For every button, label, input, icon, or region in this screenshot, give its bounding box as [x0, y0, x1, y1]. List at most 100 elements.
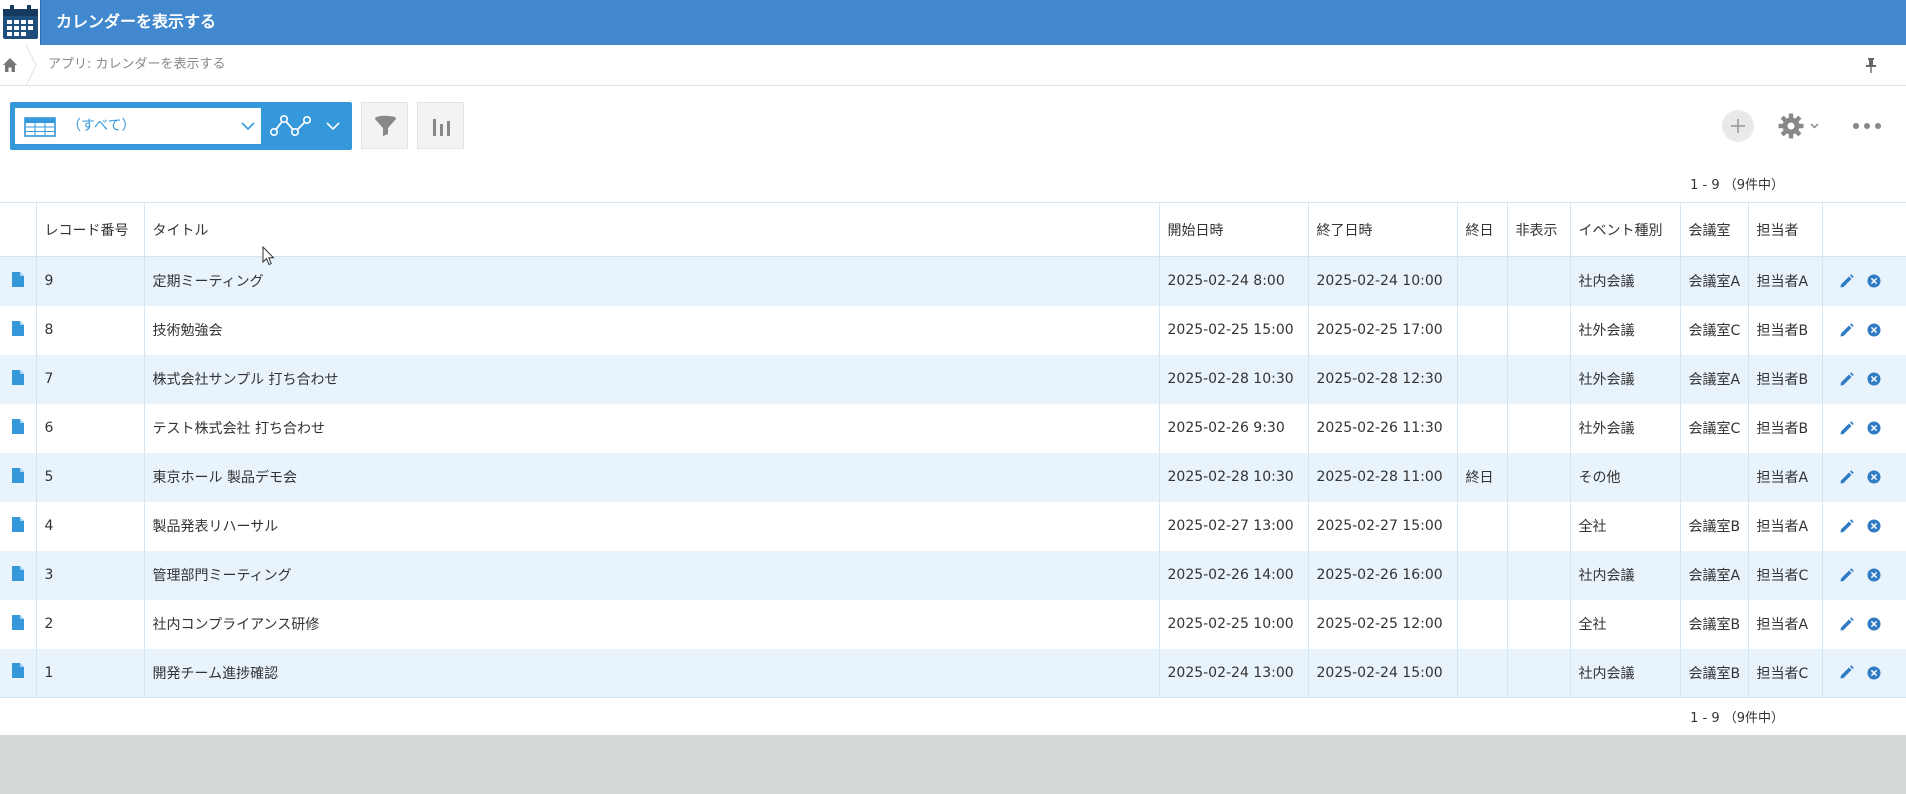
table-row[interactable]: 6 テスト株式会社 打ち合わせ 2025-02-26 9:30 2025-02-26 … — [0, 403, 1906, 453]
delete-icon[interactable] — [1867, 568, 1881, 582]
pencil-icon[interactable] — [1839, 616, 1854, 632]
record-detail-cell[interactable] — [0, 453, 36, 502]
document-icon[interactable] — [11, 369, 24, 385]
cell-end-datetime: 2025-02-24 15:00 — [1307, 648, 1457, 698]
pin-icon[interactable] — [1862, 56, 1880, 74]
graph-chevron-down-icon[interactable] — [326, 121, 340, 131]
table-row[interactable]: 1 開発チーム進捗確認 2025-02-24 13:00 2025-02-24 15:… — [0, 648, 1906, 698]
cell-event-type: 全社 — [1569, 599, 1680, 649]
delete-icon[interactable] — [1867, 666, 1881, 680]
column-header-hidden[interactable]: 非表示 — [1506, 202, 1570, 257]
table-row[interactable]: 3 管理部門ミーティング 2025-02-26 14:00 2025-02-26 16… — [0, 550, 1906, 600]
cell-end-datetime: 2025-02-25 12:00 — [1307, 599, 1457, 649]
cell-title: 開発チーム進捗確認 — [143, 648, 1159, 698]
column-header-actions — [1821, 202, 1906, 257]
table-row[interactable]: 7 株式会社サンプル 打ち合わせ 2025-02-28 10:30 2025-02-2… — [0, 354, 1906, 404]
cell-event-type: 社内会議 — [1569, 648, 1680, 698]
table-icon — [24, 117, 56, 137]
table-row[interactable]: 4 製品発表リハーサル 2025-02-27 13:00 2025-02-27 15:… — [0, 501, 1906, 551]
record-detail-cell[interactable] — [0, 600, 36, 649]
table-row[interactable]: 5 東京ホール 製品デモ会 2025-02-28 10:30 2025-02-28 1… — [0, 452, 1906, 502]
delete-icon[interactable] — [1867, 470, 1881, 484]
cell-start-datetime: 2025-02-26 9:30 — [1158, 403, 1308, 453]
delete-icon[interactable] — [1867, 519, 1881, 533]
delete-icon[interactable] — [1867, 421, 1881, 435]
filter-button[interactable] — [361, 102, 408, 149]
column-header-allday[interactable]: 終日 — [1456, 202, 1507, 257]
record-detail-cell[interactable] — [0, 551, 36, 600]
table-row[interactable]: 8 技術勉強会 2025-02-25 15:00 2025-02-25 17:00 社外… — [0, 305, 1906, 355]
document-icon[interactable] — [11, 516, 24, 532]
cell-owner: 担当者A — [1747, 256, 1822, 306]
pencil-icon[interactable] — [1839, 274, 1854, 289]
row-actions — [1821, 452, 1906, 502]
column-header-end[interactable]: 終了日時 — [1307, 202, 1457, 257]
view-switcher: （すべて） — [10, 102, 352, 150]
delete-icon[interactable] — [1867, 617, 1881, 631]
pencil-icon[interactable] — [1839, 665, 1854, 680]
cell-record-number: 7 — [35, 354, 144, 404]
delete-icon[interactable] — [1867, 372, 1881, 386]
calendar-icon[interactable] — [0, 0, 41, 45]
cell-event-type: 全社 — [1569, 501, 1680, 551]
cell-title: テスト株式会社 打ち合わせ — [143, 403, 1159, 453]
document-icon[interactable] — [11, 418, 24, 434]
cell-title: 製品発表リハーサル — [143, 501, 1159, 551]
pencil-icon[interactable] — [1839, 420, 1854, 436]
document-icon[interactable] — [11, 320, 24, 336]
column-header-start[interactable]: 開始日時 — [1158, 202, 1308, 257]
document-icon[interactable] — [11, 614, 24, 630]
record-detail-cell[interactable] — [0, 306, 36, 355]
cell-end-datetime: 2025-02-27 15:00 — [1307, 501, 1457, 551]
document-icon[interactable] — [11, 565, 24, 581]
more-icon[interactable] — [1852, 120, 1882, 132]
record-detail-cell[interactable] — [0, 649, 36, 698]
cell-allday — [1456, 501, 1507, 551]
record-detail-cell[interactable] — [0, 502, 36, 551]
graph-icon[interactable] — [269, 112, 313, 140]
cell-record-number: 2 — [35, 599, 144, 649]
pencil-icon[interactable] — [1839, 567, 1854, 583]
cell-title: 管理部門ミーティング — [143, 550, 1159, 600]
cell-end-datetime: 2025-02-25 17:00 — [1307, 305, 1457, 355]
delete-icon[interactable] — [1867, 274, 1881, 288]
cell-owner: 担当者A — [1747, 501, 1822, 551]
view-select-label: （すべて） — [67, 118, 136, 134]
table-row[interactable]: 9 定期ミーティング 2025-02-24 8:00 2025-02-24 10:00… — [0, 256, 1906, 306]
row-actions — [1821, 354, 1906, 404]
document-icon[interactable] — [11, 663, 24, 679]
column-header-title[interactable]: タイトル — [143, 202, 1159, 257]
cell-owner: 担当者B — [1747, 305, 1822, 355]
cell-room: 会議室A — [1679, 550, 1748, 600]
settings-button[interactable] — [1775, 110, 1825, 142]
table-row[interactable]: 2 社内コンプライアンス研修 2025-02-25 10:00 2025-02-25 … — [0, 599, 1906, 649]
pencil-icon[interactable] — [1839, 371, 1854, 387]
column-header-room[interactable]: 会議室 — [1679, 202, 1748, 257]
cell-title: 東京ホール 製品デモ会 — [143, 452, 1159, 502]
document-icon[interactable] — [11, 271, 24, 287]
cell-owner: 担当者C — [1747, 550, 1822, 600]
column-header-event-type[interactable]: イベント種別 — [1569, 202, 1680, 257]
cell-allday — [1456, 550, 1507, 600]
cell-end-datetime: 2025-02-26 11:30 — [1307, 403, 1457, 453]
delete-icon[interactable] — [1867, 323, 1881, 337]
add-record-button[interactable] — [1722, 110, 1754, 142]
column-header-owner[interactable]: 担当者 — [1747, 202, 1822, 257]
chart-button[interactable] — [417, 102, 464, 149]
row-actions — [1821, 305, 1906, 355]
record-detail-cell[interactable] — [0, 355, 36, 404]
record-detail-cell[interactable] — [0, 404, 36, 453]
cell-event-type: 社外会議 — [1569, 354, 1680, 404]
breadcrumb-app-link[interactable]: アプリ: カレンダーを表示する — [48, 45, 226, 85]
document-icon[interactable] — [11, 467, 24, 483]
home-icon[interactable] — [2, 57, 18, 73]
pencil-icon[interactable] — [1839, 518, 1854, 534]
pencil-icon[interactable] — [1839, 469, 1854, 485]
pencil-icon[interactable] — [1839, 322, 1854, 338]
view-select-dropdown[interactable]: （すべて） — [15, 108, 261, 144]
cell-room: 会議室B — [1679, 648, 1748, 698]
column-header-record-number[interactable]: レコード番号 — [35, 202, 144, 257]
record-detail-cell[interactable] — [0, 257, 36, 306]
cell-room: 会議室C — [1679, 403, 1748, 453]
app-header: カレンダーを表示する — [0, 0, 1906, 45]
